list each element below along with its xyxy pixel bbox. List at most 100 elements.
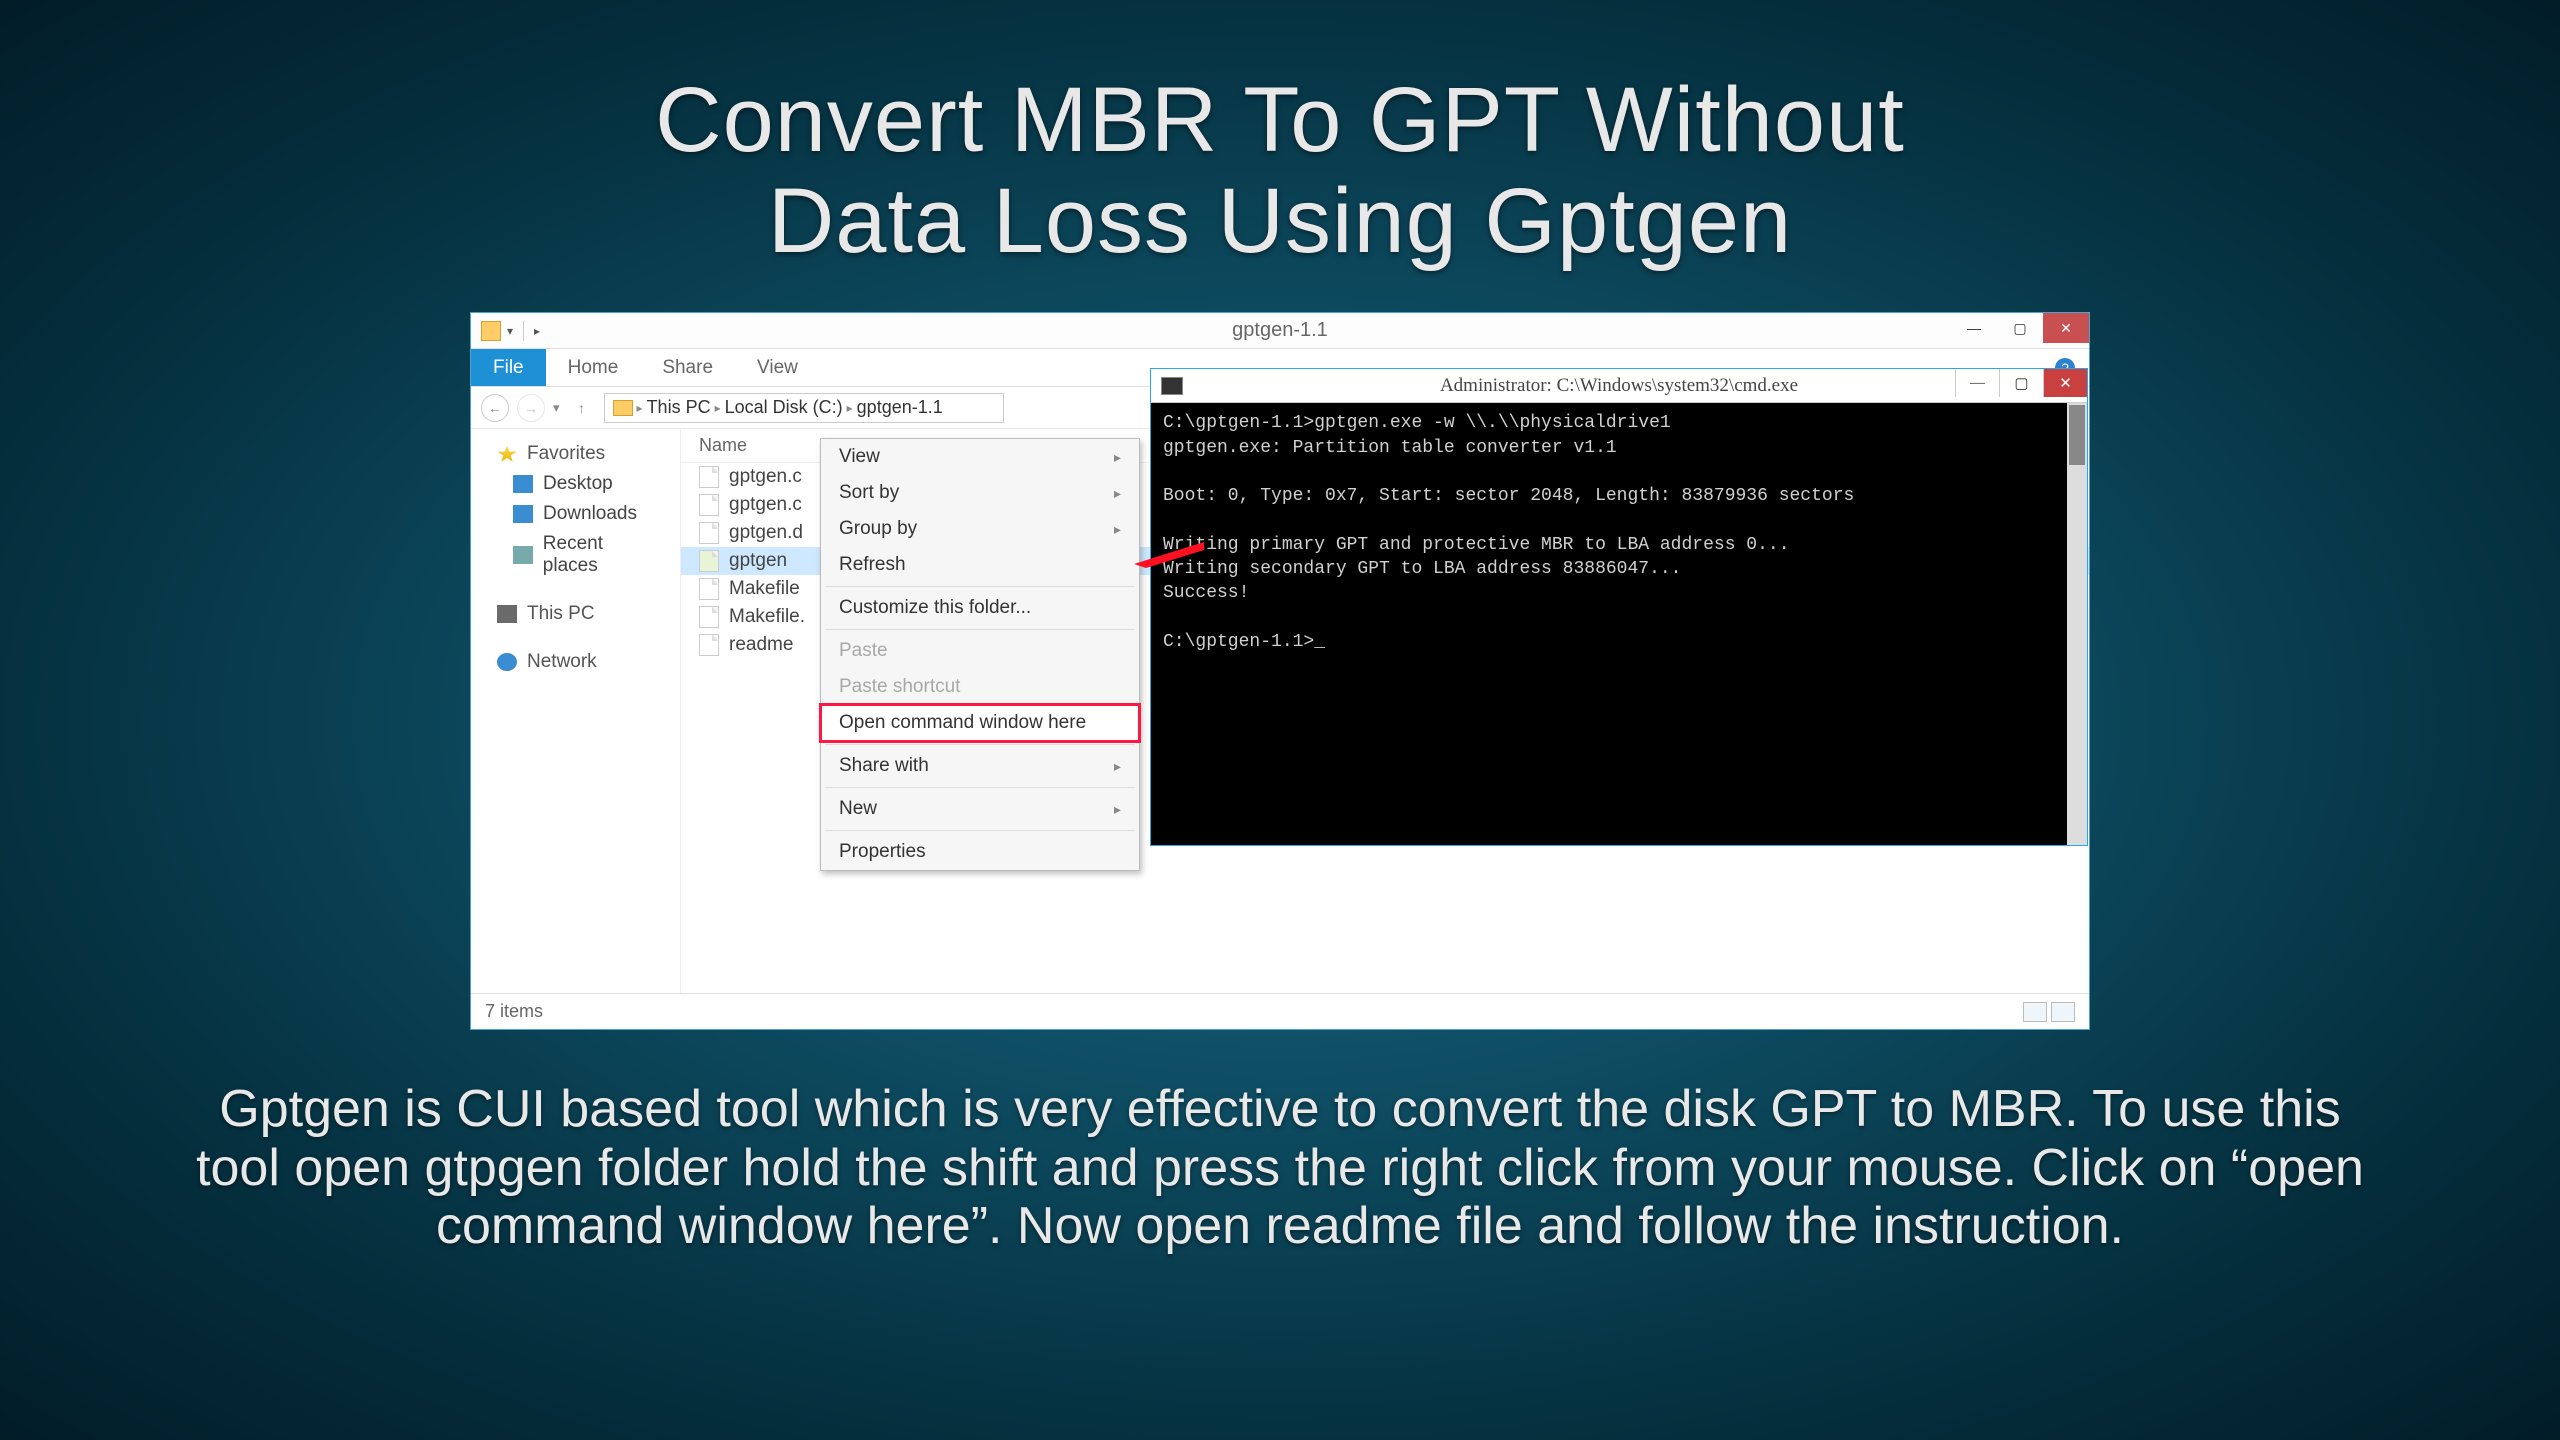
menu-label: Share with (839, 755, 929, 777)
menu-label: Paste shortcut (839, 676, 960, 698)
tab-home[interactable]: Home (546, 349, 641, 386)
menu-label: Sort by (839, 482, 899, 504)
menu-label: Refresh (839, 554, 906, 576)
menu-separator (825, 830, 1135, 831)
menu-separator (825, 787, 1135, 788)
network-icon (497, 653, 517, 671)
screenshot-composite: ▾ ▸ gptgen-1.1 File Home Share View ⌄ ? … (470, 312, 2090, 1030)
sidebar-item-label: Recent places (543, 533, 662, 577)
cmd-line: C:\gptgen-1.1>_ (1163, 632, 1325, 652)
ctx-share-with[interactable]: Share with ▸ (821, 748, 1139, 784)
file-icon (699, 606, 719, 628)
sidebar-thispc[interactable]: This PC (471, 599, 680, 629)
crumb-folder[interactable]: gptgen-1.1 (857, 397, 943, 418)
recent-locations-icon[interactable]: ▾ (553, 400, 560, 416)
details-view-icon[interactable] (2023, 1002, 2047, 1022)
cmd-line: Writing primary GPT and protective MBR t… (1163, 535, 1790, 555)
chevron-right-icon: ▸ (715, 401, 721, 415)
quick-access-toolbar: ▾ ▸ (471, 321, 540, 341)
menu-label: Properties (839, 841, 926, 863)
menu-separator (825, 586, 1135, 587)
crumb-root[interactable]: This PC (647, 397, 711, 418)
downloads-icon (513, 505, 533, 523)
sidebar-network[interactable]: Network (471, 647, 680, 677)
chevron-down-icon[interactable]: ▾ (507, 324, 513, 338)
ctx-new[interactable]: New ▸ (821, 791, 1139, 827)
menu-label: Open command window here (839, 712, 1086, 734)
sidebar-recent[interactable]: Recent places (471, 529, 680, 581)
scrollbar-thumb[interactable] (2069, 405, 2085, 465)
recent-icon (513, 546, 533, 564)
ctx-paste-shortcut: Paste shortcut (821, 669, 1139, 705)
slide-title: Convert MBR To GPT Without Data Loss Usi… (0, 0, 2560, 272)
star-icon (497, 445, 517, 463)
file-icon (699, 494, 719, 516)
sidebar-favorites[interactable]: Favorites (471, 439, 680, 469)
scrollbar[interactable] (2067, 403, 2087, 845)
desktop-icon (513, 475, 533, 493)
menu-label: Group by (839, 518, 917, 540)
chevron-right-icon: ▸ (1114, 758, 1121, 775)
up-button[interactable]: ↑ (568, 394, 596, 422)
sidebar-desktop[interactable]: Desktop (471, 469, 680, 499)
cmd-icon (1161, 377, 1183, 395)
file-name: gptgen.c (729, 466, 802, 488)
close-button[interactable]: ✕ (2043, 369, 2087, 397)
ctx-open-command-window[interactable]: Open command window here (821, 705, 1139, 741)
sidebar-downloads[interactable]: Downloads (471, 499, 680, 529)
tab-file[interactable]: File (471, 349, 546, 386)
chevron-right-icon: ▸ (847, 401, 853, 415)
chevron-right-icon: ▸ (1114, 449, 1121, 466)
minimize-button[interactable] (1951, 313, 1997, 343)
pc-icon (497, 605, 517, 623)
cmd-line: C:\gptgen-1.1>gptgen.exe -w \\.\\physica… (1163, 413, 1671, 433)
slide-caption: Gptgen is CUI based tool which is very e… (0, 1030, 2560, 1255)
menu-label: Customize this folder... (839, 597, 1031, 619)
tab-share[interactable]: Share (640, 349, 735, 386)
forward-button[interactable]: → (517, 394, 545, 422)
file-name: readme (729, 634, 793, 656)
chevron-right-icon[interactable]: ▸ (534, 324, 540, 338)
cmd-line: Writing secondary GPT to LBA address 838… (1163, 559, 1681, 579)
file-name: gptgen.c (729, 494, 802, 516)
ctx-groupby[interactable]: Group by ▸ (821, 511, 1139, 547)
icons-view-icon[interactable] (2051, 1002, 2075, 1022)
ctx-refresh[interactable]: Refresh (821, 547, 1139, 583)
title-line-1: Convert MBR To GPT Without (655, 69, 1905, 171)
file-icon (699, 578, 719, 600)
crumb-drive[interactable]: Local Disk (C:) (725, 397, 843, 418)
close-button[interactable] (2043, 313, 2089, 343)
file-icon (699, 550, 719, 572)
file-name: Makefile. (729, 606, 805, 628)
chevron-right-icon: ▸ (1114, 485, 1121, 502)
breadcrumb[interactable]: ▸ This PC ▸ Local Disk (C:) ▸ gptgen-1.1 (604, 393, 1004, 423)
menu-label: Paste (839, 640, 888, 662)
title-line-2: Data Loss Using Gptgen (768, 170, 1792, 272)
cmd-output[interactable]: C:\gptgen-1.1>gptgen.exe -w \\.\\physica… (1151, 403, 2087, 845)
cmd-line: gptgen.exe: Partition table converter v1… (1163, 438, 1617, 458)
ctx-properties[interactable]: Properties (821, 834, 1139, 870)
window-controls (1951, 313, 2089, 343)
sidebar-item-label: Desktop (543, 473, 613, 495)
minimize-button[interactable]: — (1955, 369, 1999, 397)
cmd-window: Administrator: C:\Windows\system32\cmd.e… (1150, 368, 2088, 846)
cmd-window-controls: — ▢ ✕ (1955, 369, 2087, 397)
maximize-button[interactable]: ▢ (1999, 369, 2043, 397)
ctx-sortby[interactable]: Sort by ▸ (821, 475, 1139, 511)
tab-view[interactable]: View (735, 349, 820, 386)
chevron-right-icon: ▸ (1114, 801, 1121, 818)
chevron-right-icon: ▸ (1114, 521, 1121, 538)
cmd-titlebar: Administrator: C:\Windows\system32\cmd.e… (1151, 369, 2087, 403)
file-name: gptgen.d (729, 522, 803, 544)
ctx-customize[interactable]: Customize this folder... (821, 590, 1139, 626)
back-button[interactable]: ← (481, 394, 509, 422)
menu-label: New (839, 798, 877, 820)
ctx-paste: Paste (821, 633, 1139, 669)
file-icon (699, 522, 719, 544)
folder-icon (613, 400, 633, 416)
status-text: 7 items (485, 1001, 543, 1022)
sidebar-item-label: Downloads (543, 503, 637, 525)
maximize-button[interactable] (1997, 313, 2043, 343)
sidebar-item-label: This PC (527, 603, 595, 625)
ctx-view[interactable]: View▸ (821, 439, 1139, 475)
